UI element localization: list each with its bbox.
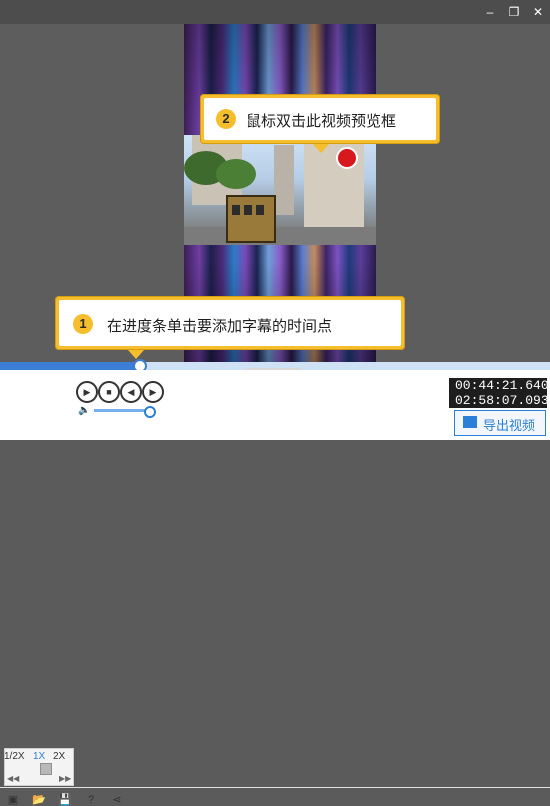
- callout-text: 鼠标双击此视频预览框: [246, 113, 397, 130]
- minimize-icon[interactable]: ‒: [482, 4, 498, 20]
- road: [184, 227, 376, 245]
- speed-option-half[interactable]: 1/2X: [4, 751, 25, 762]
- cable-car: [226, 195, 276, 243]
- restore-icon[interactable]: ❐: [506, 4, 522, 20]
- tree: [216, 159, 256, 189]
- open-folder-icon[interactable]: 📂: [32, 794, 46, 806]
- tram-window: [244, 205, 252, 215]
- speed-option-2x[interactable]: 2X: [53, 751, 65, 762]
- volume-track[interactable]: [94, 409, 148, 412]
- speed-panel: 1/2X 1X 2X ◀◀ ▶▶: [4, 748, 74, 786]
- fast-forward-icon[interactable]: ▶▶: [59, 774, 71, 784]
- tram-window: [232, 205, 240, 215]
- subtitle-icon[interactable]: ▣: [6, 794, 20, 806]
- export-button[interactable]: 导出视频: [454, 410, 546, 436]
- timeline-progress: [0, 362, 138, 370]
- callout-inner: 1 在进度条单击要添加字幕的时间点: [59, 300, 401, 346]
- callout-preview-hint: 2 鼠标双击此视频预览框: [200, 94, 440, 144]
- time-display: 00:44:21.640 02:58:07.093: [449, 378, 549, 408]
- current-time: 00:44:21.640: [455, 378, 549, 393]
- rewind-icon[interactable]: ◀◀: [7, 774, 19, 784]
- play-button[interactable]: ▶: [76, 381, 98, 403]
- previous-button[interactable]: ◀: [120, 381, 142, 403]
- total-time: 02:58:07.093: [455, 393, 549, 408]
- callout-timeline-hint: 1 在进度条单击要添加字幕的时间点: [55, 296, 405, 350]
- stop-button[interactable]: ■: [98, 381, 120, 403]
- step-number: 2: [216, 109, 236, 129]
- export-label: 导出视频: [483, 418, 536, 433]
- export-icon: [463, 416, 477, 428]
- share-icon[interactable]: ⋖: [110, 794, 124, 806]
- close-icon[interactable]: ✕: [530, 4, 546, 20]
- callout-pointer: [128, 350, 144, 359]
- play-icon: ▶: [83, 387, 91, 397]
- next-button[interactable]: ▶: [142, 381, 164, 403]
- tram-window: [256, 205, 264, 215]
- step-number: 1: [73, 314, 93, 334]
- volume-icon[interactable]: 🔈: [78, 405, 90, 417]
- traffic-sign: [336, 147, 358, 169]
- callout-text: 在进度条单击要添加字幕的时间点: [107, 318, 333, 335]
- callout-inner: 2 鼠标双击此视频预览框: [204, 98, 436, 140]
- video-frame-image: [184, 135, 376, 245]
- building: [274, 145, 294, 215]
- callout-pointer: [313, 144, 329, 153]
- next-icon: ▶: [149, 387, 157, 397]
- speed-slider-knob[interactable]: [40, 763, 52, 775]
- divider: [0, 787, 550, 788]
- speed-option-1x[interactable]: 1X: [33, 751, 45, 762]
- help-icon[interactable]: ?: [84, 794, 98, 806]
- save-icon[interactable]: 💾: [58, 794, 72, 806]
- stop-icon: ■: [106, 387, 112, 397]
- volume-thumb[interactable]: [144, 406, 156, 418]
- previous-icon: ◀: [127, 387, 135, 397]
- title-bar: ‒ ❐ ✕: [0, 0, 550, 24]
